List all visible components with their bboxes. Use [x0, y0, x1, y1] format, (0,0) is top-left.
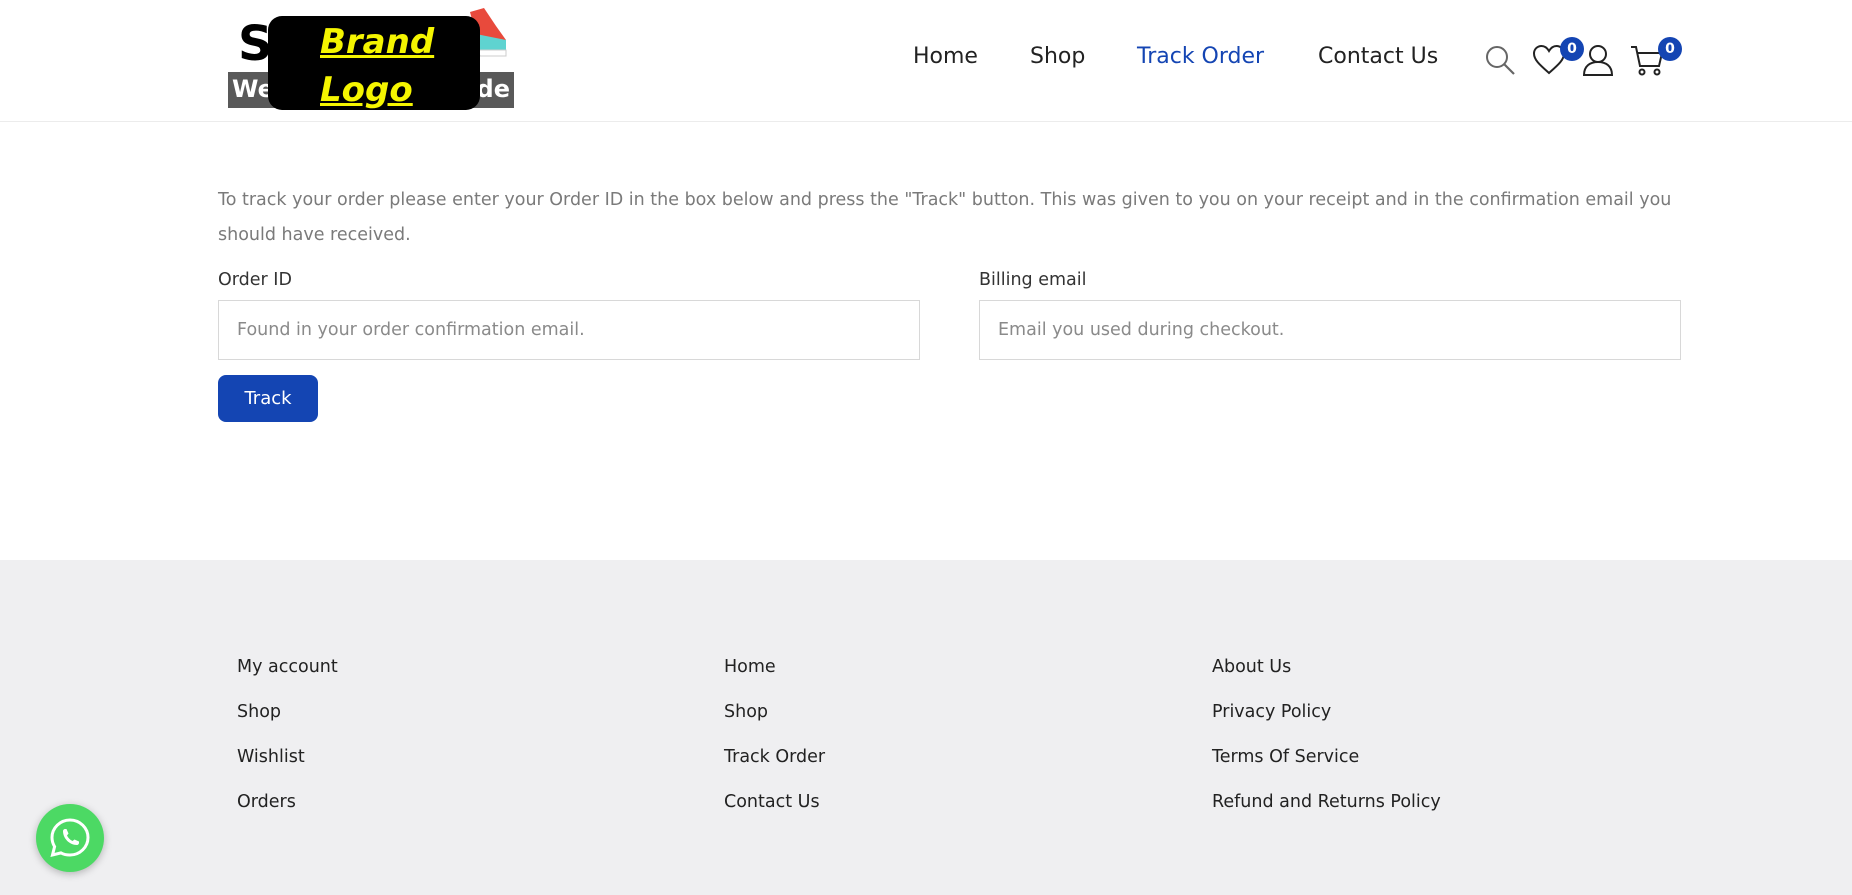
billing-email-label: Billing email	[979, 270, 1087, 290]
footer-link-my-account[interactable]: My account	[237, 657, 338, 677]
footer-link-shop-2[interactable]: Shop	[724, 702, 768, 722]
whatsapp-icon	[50, 818, 90, 858]
footer-link-about-us[interactable]: About Us	[1212, 657, 1291, 677]
order-id-label: Order ID	[218, 270, 292, 290]
nav-home[interactable]: Home	[913, 44, 978, 69]
search-icon[interactable]	[1484, 44, 1516, 76]
footer-link-refund-returns-policy[interactable]: Refund and Returns Policy	[1212, 792, 1441, 812]
footer-link-shop[interactable]: Shop	[237, 702, 281, 722]
nav-track-order[interactable]: Track Order	[1137, 44, 1264, 69]
site-header: S We ide Brand Logo Home Shop Track Orde…	[0, 0, 1852, 122]
footer-link-privacy-policy[interactable]: Privacy Policy	[1212, 702, 1331, 722]
footer-link-home[interactable]: Home	[724, 657, 776, 677]
footer-link-track-order[interactable]: Track Order	[724, 747, 825, 767]
brand-logo-line2: Logo	[320, 70, 413, 110]
brand-logo-line1: Brand	[320, 22, 435, 62]
brand-logo-text: Brand Logo	[320, 18, 440, 114]
whatsapp-chat-button[interactable]	[36, 804, 104, 872]
footer-link-wishlist[interactable]: Wishlist	[237, 747, 305, 767]
cart-count-badge: 0	[1658, 37, 1682, 61]
order-id-input[interactable]	[218, 300, 920, 360]
wishlist-count-badge: 0	[1560, 37, 1584, 61]
nav-contact-us[interactable]: Contact Us	[1318, 44, 1438, 69]
user-icon[interactable]	[1582, 44, 1614, 76]
nav-shop[interactable]: Shop	[1030, 44, 1085, 69]
footer-link-orders[interactable]: Orders	[237, 792, 296, 812]
footer-link-terms-of-service[interactable]: Terms Of Service	[1212, 747, 1359, 767]
billing-email-input[interactable]	[979, 300, 1681, 360]
track-order-instructions: To track your order please enter your Or…	[218, 190, 1672, 245]
brand-logo-overlay: Brand Logo	[268, 16, 480, 110]
track-button[interactable]: Track	[218, 375, 318, 422]
site-footer: My account Shop Wishlist Orders Home Sho…	[0, 560, 1852, 895]
site-logo[interactable]: S We ide Brand Logo	[228, 8, 514, 110]
footer-link-contact-us[interactable]: Contact Us	[724, 792, 820, 812]
